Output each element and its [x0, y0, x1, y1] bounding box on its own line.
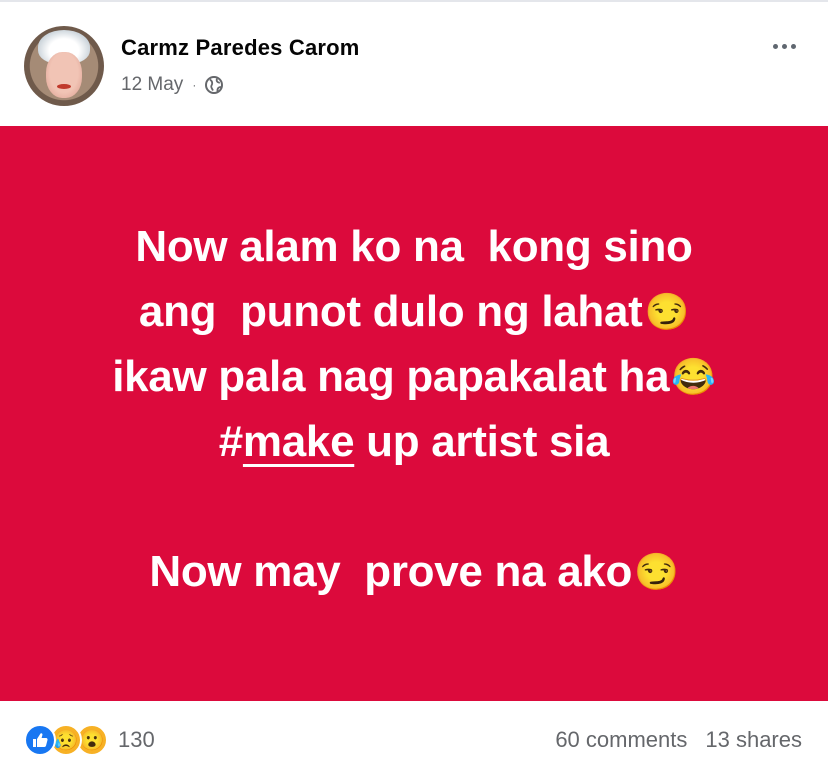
post-line-4: #make up artist sia: [218, 417, 610, 466]
post-text: Now alam ko na kong sino ang punot dulo …: [0, 214, 828, 604]
author-name[interactable]: Carmz Paredes Carom: [121, 35, 360, 61]
engagement-counts: 60 comments 13 shares: [555, 722, 802, 758]
hashtag-link[interactable]: make: [243, 417, 355, 466]
more-options-icon[interactable]: [762, 34, 806, 58]
smirk-emoji-icon: 😏: [634, 551, 679, 592]
reaction-count[interactable]: 130: [118, 727, 155, 753]
post-line-5: Now may prove na ako😏: [149, 547, 679, 596]
smirk-emoji-icon: 😏: [644, 291, 690, 332]
post-line-1: Now alam ko na kong sino: [135, 222, 693, 271]
post-header: Carmz Paredes Carom 12 May ·: [0, 0, 828, 126]
globe-icon[interactable]: [204, 75, 224, 95]
like-icon: [24, 724, 56, 756]
reactions-summary[interactable]: 😥 😮 130: [24, 722, 155, 758]
post-line-2: ang punot dulo ng lahat😏: [138, 287, 690, 336]
author-avatar[interactable]: [24, 26, 104, 106]
post-meta: 12 May ·: [121, 72, 224, 98]
post-date[interactable]: 12 May: [121, 74, 183, 96]
shares-count[interactable]: 13 shares: [705, 727, 802, 753]
meta-separator: ·: [192, 78, 197, 92]
laughing-emoji-icon: 😂: [671, 356, 716, 397]
post-line-3: ikaw pala nag papakalat ha😂: [112, 352, 716, 401]
comments-count[interactable]: 60 comments: [555, 727, 687, 753]
